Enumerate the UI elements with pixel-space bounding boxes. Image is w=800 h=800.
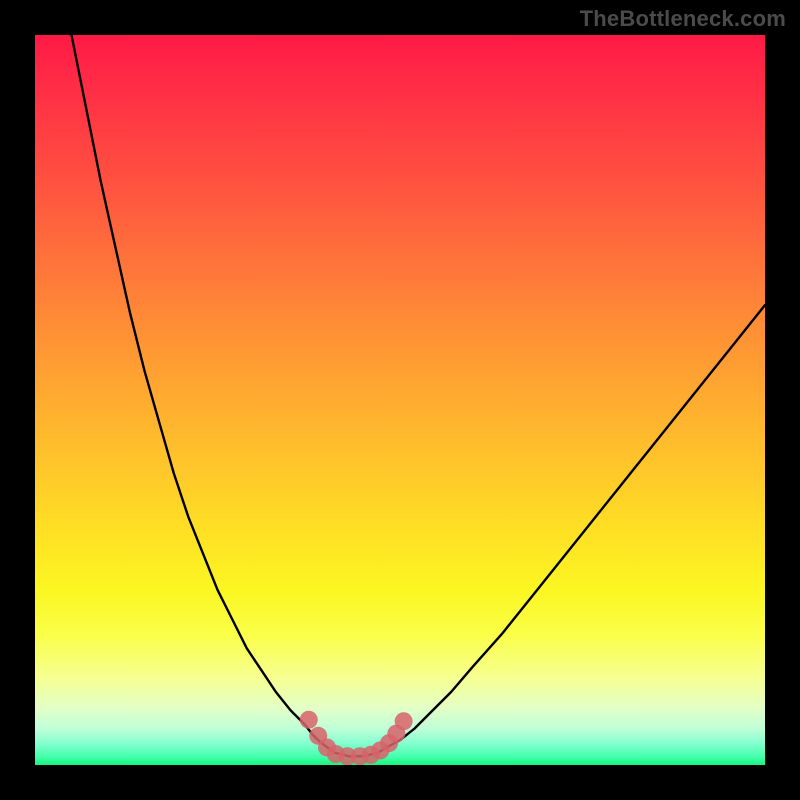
- bottleneck-curve: [72, 35, 766, 756]
- data-marker: [395, 712, 413, 730]
- plot-area: [35, 35, 765, 765]
- watermark-text: TheBottleneck.com: [580, 6, 786, 32]
- curve-layer: [35, 35, 765, 765]
- data-marker: [300, 711, 318, 729]
- chart-frame: TheBottleneck.com: [0, 0, 800, 800]
